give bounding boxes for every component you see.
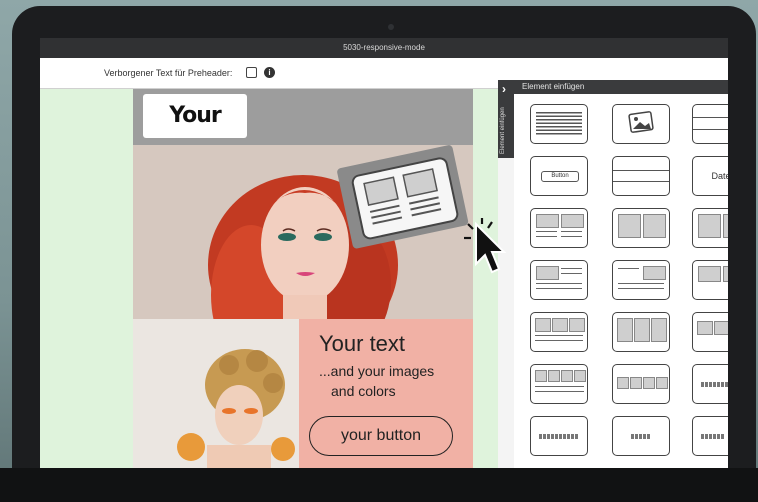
tile-five-small-column[interactable] [692,416,728,456]
image-icon [643,214,666,238]
image-icon [714,321,728,335]
tile-image-text-left[interactable] [530,260,588,300]
logo-placeholder[interactable]: Your logo [143,94,247,172]
text-line [561,268,582,270]
text-line [618,268,639,270]
image-icon [656,377,668,389]
blonde-woman-image [133,319,299,468]
subline-text-2[interactable]: and colors [331,383,396,399]
panel-collapse-tab[interactable]: › Element einfügen [498,80,514,158]
divider-line-bottom [693,129,728,131]
image-icon [698,266,721,282]
tile-three-column-image-small[interactable] [692,312,728,352]
tile-image[interactable] [612,104,670,144]
logo-section[interactable]: Your logo [133,89,473,172]
tile-image-pair-top[interactable] [692,260,728,300]
subline-text-1[interactable]: ...and your images [319,363,434,379]
window-title: 5030-responsive-mode [40,38,728,58]
image-icon [548,370,560,382]
image-icon [536,266,559,280]
text-line [536,236,557,238]
spacer-line-top [613,170,669,172]
text-line [561,273,582,275]
column-blocks-icon [539,434,579,439]
image-icon [569,318,585,332]
text-section[interactable]: Your text ...and your images and colors … [299,319,473,468]
image-icon [574,370,586,382]
tile-divider[interactable] [692,104,728,144]
tile-two-column-image-left[interactable] [612,208,670,248]
text-line [618,288,664,290]
image-icon [617,377,629,389]
text-lines-icon [536,112,582,136]
image-icon [535,370,547,382]
tile-button-label: Button [541,171,579,182]
headline-text[interactable]: Your text [319,331,405,357]
editor-canvas: Your logo [40,89,500,468]
image-icon [628,111,654,133]
text-line [536,283,582,285]
tile-four-column-image-text[interactable] [530,364,588,404]
spacer-line-bottom [613,181,669,183]
image-icon [723,266,728,282]
text-line [535,391,584,393]
text-line [535,340,583,342]
laptop-base [0,468,758,502]
image-icon [643,377,655,389]
image-icon [552,318,568,332]
image-icon [617,318,633,342]
text-line [536,231,557,233]
tile-four-small-column[interactable] [612,416,670,456]
preheader-label: Verborgener Text für Preheader: [104,68,233,78]
tile-three-column-image[interactable] [612,312,670,352]
element-panel: › Element einfügen Element einfügen Butt… [498,80,728,468]
text-line [561,236,582,238]
image-icon [630,377,642,389]
template-cta-button[interactable]: your button [309,416,453,456]
image-icon [697,321,713,335]
tile-ten-column[interactable] [530,416,588,456]
text-line [561,231,582,233]
image-icon [643,266,666,280]
element-grid: Button Date [514,94,728,468]
image-icon [698,214,721,238]
text-line [536,288,582,290]
email-template: Your logo [133,89,473,468]
image-icon [651,318,667,342]
tile-spacer[interactable] [612,156,670,196]
image-icon [535,318,551,332]
image-icon [618,214,641,238]
preheader-checkbox[interactable] [246,67,257,78]
tile-date-label: Date [711,171,728,181]
tile-two-column-image[interactable] [692,208,728,248]
mouse-pointer-icon [464,218,507,274]
image-icon [561,370,573,382]
image-icon [536,214,559,228]
column-blocks-icon [631,434,651,439]
panel-header: Element einfügen [514,80,728,94]
column-blocks-icon [701,434,725,439]
webcam [388,24,394,30]
text-line [535,335,583,337]
text-line [535,386,584,388]
image-icon [723,214,728,238]
column-blocks-icon [701,382,728,387]
tile-four-column-image[interactable] [612,364,670,404]
panel-tab-label: Element einfügen [500,107,506,154]
tile-text-block[interactable] [530,104,588,144]
blonde-woman-photo[interactable] [133,319,299,468]
tile-image-text-right[interactable] [612,260,670,300]
tile-three-column-image-text[interactable] [530,312,588,352]
image-icon [561,214,584,228]
text-line [618,283,664,285]
tile-button[interactable]: Button [530,156,588,196]
divider-line-top [693,117,728,119]
tile-many-column-blocks[interactable] [692,364,728,404]
tile-date[interactable]: Date [692,156,728,196]
image-icon [634,318,650,342]
info-icon[interactable]: i [264,67,275,78]
tile-two-column-image-text[interactable] [530,208,588,248]
